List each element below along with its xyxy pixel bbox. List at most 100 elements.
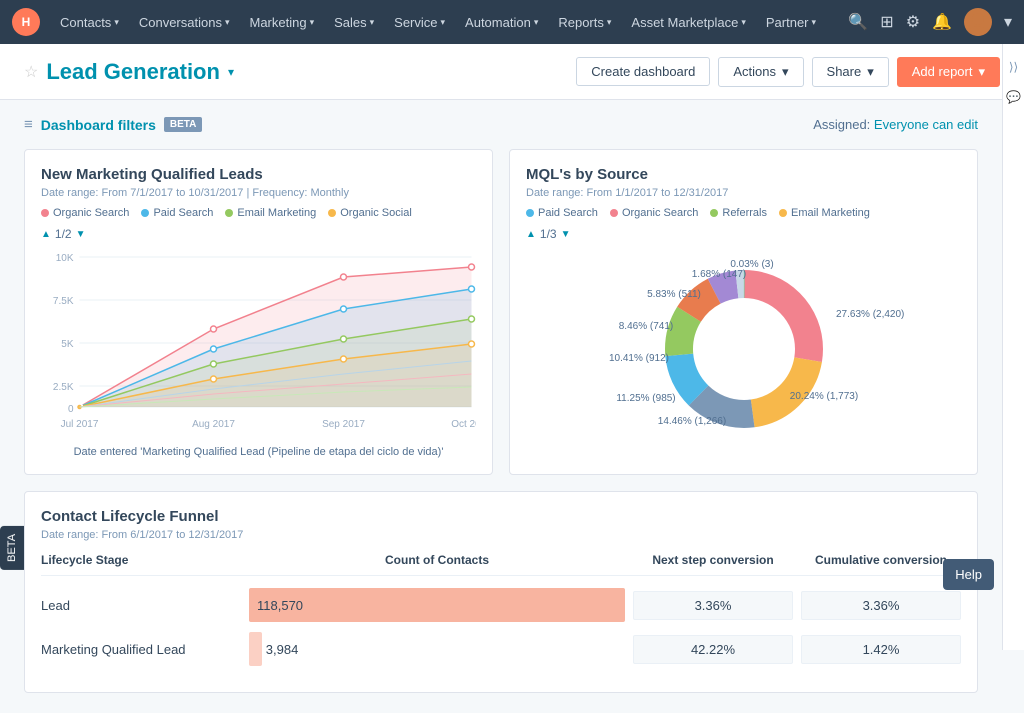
- chart2-subtitle: Date range: From 1/1/2017 to 12/31/2017: [526, 187, 961, 199]
- chart1-pagination: ▲ 1/2 ▼: [41, 227, 476, 241]
- legend-dot-paid-search: [141, 209, 149, 217]
- comment-icon[interactable]: 💬: [1006, 90, 1021, 104]
- actions-chevron-icon: ▾: [782, 64, 789, 80]
- chart1-legend: Organic Search Paid Search Email Marketi…: [41, 207, 476, 219]
- svg-text:10K: 10K: [56, 253, 74, 264]
- legend2-paid-search: Paid Search: [526, 207, 598, 219]
- page-title: Lead Generation: [46, 59, 220, 85]
- nav-marketing[interactable]: Marketing ▾: [241, 11, 322, 34]
- chevron-down-icon: ▾: [607, 17, 612, 28]
- legend2-organic-search: Organic Search: [610, 207, 698, 219]
- funnel-table-header: Lifecycle Stage Count of Contacts Next s…: [41, 553, 961, 576]
- nav-partner[interactable]: Partner ▾: [758, 11, 824, 34]
- share-button[interactable]: Share ▾: [812, 57, 889, 87]
- nav-sales[interactable]: Sales ▾: [326, 11, 382, 34]
- account-chevron-icon[interactable]: ▾: [1004, 12, 1012, 32]
- funnel-title: Contact Lifecycle Funnel: [41, 508, 961, 525]
- filters-bar: ≡ Dashboard filters BETA Assigned: Every…: [24, 116, 978, 133]
- funnel-next-step-mql: 42.22%: [633, 635, 793, 664]
- chart2-next-icon[interactable]: ▼: [561, 229, 571, 240]
- legend2-email-marketing: Email Marketing: [779, 207, 870, 219]
- beta-side-button[interactable]: BETA: [0, 526, 24, 570]
- dashboard-filters-label[interactable]: Dashboard filters: [41, 117, 156, 133]
- navigation: H Contacts ▾ Conversations ▾ Marketing ▾…: [0, 0, 1024, 44]
- chart1-subtitle: Date range: From 7/1/2017 to 10/31/2017 …: [41, 187, 476, 199]
- chevron-down-icon: ▾: [534, 17, 539, 28]
- legend-organic-social: Organic Social: [328, 207, 412, 219]
- filter-lines-icon: ≡: [24, 116, 33, 133]
- chart2-title: MQL's by Source: [526, 166, 961, 183]
- legend-paid-search: Paid Search: [141, 207, 213, 219]
- nav-contacts[interactable]: Contacts ▾: [52, 11, 127, 34]
- legend2-referrals: Referrals: [710, 207, 767, 219]
- nav-asset-marketplace[interactable]: Asset Marketplace ▾: [623, 11, 753, 34]
- legend2-dot-paid-search: [526, 209, 534, 217]
- add-report-chevron-icon: ▾: [978, 64, 985, 80]
- next-arrow-icon[interactable]: ▼: [76, 229, 86, 240]
- funnel-header-stage: Lifecycle Stage: [41, 553, 241, 567]
- nav-automation[interactable]: Automation ▾: [457, 11, 546, 34]
- charts-grid: New Marketing Qualified Leads Date range…: [24, 149, 978, 475]
- grid-icon[interactable]: ⊞: [880, 12, 893, 32]
- svg-text:Aug 2017: Aug 2017: [192, 419, 235, 430]
- svg-text:0.03% (3): 0.03% (3): [730, 259, 773, 270]
- nav-service[interactable]: Service ▾: [386, 11, 453, 34]
- hubspot-logo[interactable]: H: [12, 8, 40, 36]
- legend-organic-search: Organic Search: [41, 207, 129, 219]
- svg-text:5K: 5K: [61, 339, 74, 350]
- chart2-prev-icon[interactable]: ▲: [526, 229, 536, 240]
- sidebar-panel: ⟩⟩ 💬: [1002, 44, 1024, 650]
- beta-badge: BETA: [164, 117, 202, 132]
- create-dashboard-button[interactable]: Create dashboard: [576, 57, 710, 86]
- chart2-legend: Paid Search Organic Search Referrals Ema…: [526, 207, 961, 219]
- settings-icon[interactable]: ⚙: [906, 12, 920, 32]
- svg-text:14.46% (1,266): 14.46% (1,266): [657, 416, 725, 427]
- actions-button[interactable]: Actions ▾: [718, 57, 803, 87]
- assigned-label: Assigned:: [813, 117, 870, 132]
- user-avatar[interactable]: [964, 8, 992, 36]
- funnel-row-lead: Lead 118,570 3.36% 3.36%: [41, 588, 961, 622]
- collapse-sidebar-icon[interactable]: ⟩⟩: [1009, 60, 1018, 74]
- assigned-value[interactable]: Everyone can edit: [874, 117, 978, 132]
- nav-conversations[interactable]: Conversations ▾: [131, 11, 238, 34]
- svg-text:2.5K: 2.5K: [53, 382, 74, 393]
- mqls-by-source-chart-card: MQL's by Source Date range: From 1/1/201…: [509, 149, 978, 475]
- chevron-down-icon: ▾: [741, 17, 746, 28]
- chevron-down-icon: ▾: [225, 17, 230, 28]
- funnel-row-mql: Marketing Qualified Lead 3,984 42.22% 1.…: [41, 632, 961, 666]
- funnel-header-next-step: Next step conversion: [633, 553, 793, 567]
- svg-text:0: 0: [68, 404, 74, 415]
- chart1-bottom-label: Date entered 'Marketing Qualified Lead (…: [41, 446, 476, 458]
- svg-text:Oct 2017: Oct 2017: [451, 419, 476, 430]
- help-button[interactable]: Help: [943, 559, 994, 590]
- svg-text:11.25% (985): 11.25% (985): [616, 393, 675, 404]
- search-icon[interactable]: 🔍: [848, 12, 868, 32]
- nav-reports[interactable]: Reports ▾: [550, 11, 619, 34]
- chart2-pagination: ▲ 1/3 ▼: [526, 227, 961, 241]
- svg-text:27.63% (2,420): 27.63% (2,420): [836, 309, 904, 320]
- legend-dot-organic-social: [328, 209, 336, 217]
- funnel-next-step-lead: 3.36%: [633, 591, 793, 620]
- donut-chart-svg: 27.63% (2,420) 20.24% (1,773) 14.46% (1,…: [584, 249, 904, 449]
- favorite-star-icon[interactable]: ☆: [24, 62, 38, 82]
- funnel-bar-cell-lead: 118,570: [249, 588, 625, 622]
- svg-text:10.41% (912): 10.41% (912): [608, 353, 668, 364]
- svg-text:1.68% (147): 1.68% (147): [691, 269, 745, 280]
- legend-dot-email-marketing: [225, 209, 233, 217]
- page-header: ☆ Lead Generation ▾ Create dashboard Act…: [0, 44, 1024, 100]
- chart1-title: New Marketing Qualified Leads: [41, 166, 476, 183]
- notifications-icon[interactable]: 🔔: [932, 12, 952, 32]
- legend2-dot-email-marketing: [779, 209, 787, 217]
- funnel-header-cumulative: Cumulative conversion: [801, 553, 961, 567]
- contact-lifecycle-funnel-card: Contact Lifecycle Funnel Date range: Fro…: [24, 491, 978, 693]
- prev-arrow-icon[interactable]: ▲: [41, 229, 51, 240]
- legend-email-marketing: Email Marketing: [225, 207, 316, 219]
- svg-text:7.5K: 7.5K: [53, 296, 74, 307]
- add-report-button[interactable]: Add report ▾: [897, 57, 1000, 87]
- legend2-dot-organic-search: [610, 209, 618, 217]
- chevron-down-icon: ▾: [370, 17, 375, 28]
- funnel-header-count: Count of Contacts: [249, 553, 625, 567]
- new-mqls-chart-card: New Marketing Qualified Leads Date range…: [24, 149, 493, 475]
- title-dropdown-icon[interactable]: ▾: [228, 65, 234, 79]
- svg-text:5.83% (511): 5.83% (511): [647, 289, 701, 300]
